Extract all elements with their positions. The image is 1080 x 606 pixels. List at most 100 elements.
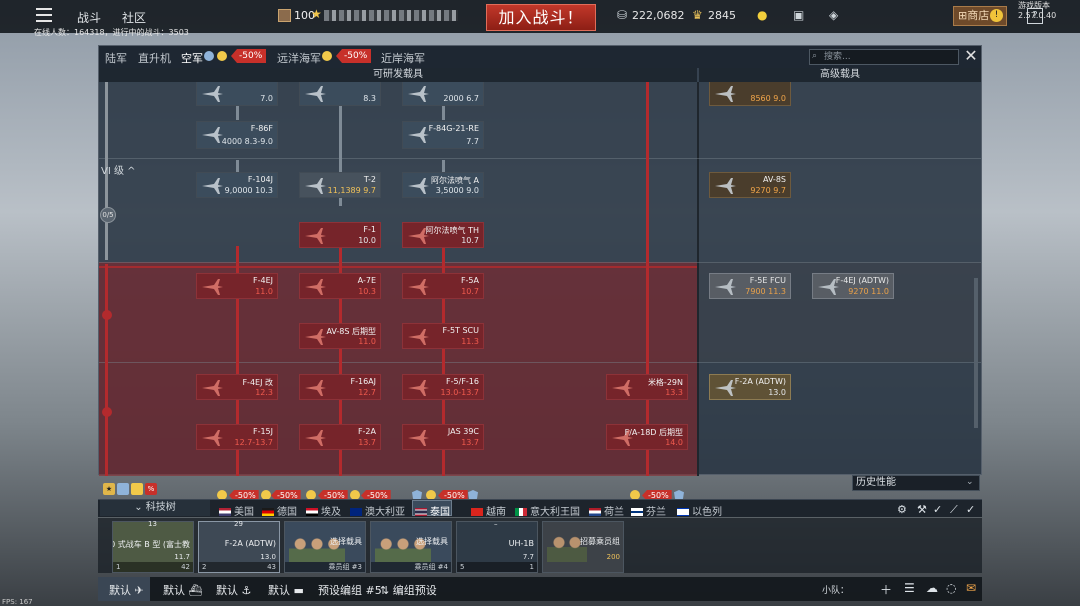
menu-icon[interactable]	[36, 8, 52, 22]
nation-thailand[interactable]: 泰国	[415, 503, 450, 518]
nation-netherlands[interactable]: 荷兰	[589, 503, 624, 518]
contacts-icon[interactable]: ☁	[926, 581, 938, 595]
rank-separator	[99, 158, 981, 159]
tank-icon: ▬	[293, 584, 304, 597]
preset-manager[interactable]: ⇅ 编组预设	[380, 582, 437, 598]
check-all-icon[interactable]: ✓	[966, 503, 975, 516]
crew-slot-3[interactable]: 选择载具 乘员组 #3	[284, 521, 366, 573]
nation-usa[interactable]: 美国	[219, 503, 254, 518]
vehicle-card-f5-f16[interactable]: F-5/F-16 13.0-13.7	[402, 374, 484, 400]
finland-flag-icon	[631, 508, 643, 516]
search-icon: ⌕	[812, 51, 818, 61]
preset-default-1[interactable]: 默认 ✈	[109, 582, 144, 598]
tab-bluewater-fleet[interactable]: 远洋海军	[277, 50, 321, 66]
gift-icon[interactable]: ▣	[793, 8, 804, 22]
vehicle-card-f5a[interactable]: F-5A 10.7	[402, 273, 484, 299]
thailand-flag-icon	[415, 508, 427, 516]
preset-default-2[interactable]: 默认 ⛴	[163, 582, 202, 598]
preset-default-4[interactable]: 默认 ▬	[268, 582, 304, 598]
avatar[interactable]	[278, 9, 291, 22]
nation-australia[interactable]: 澳大利亚	[350, 503, 405, 518]
tech-tree-button[interactable]: ⌄ 科技树	[100, 500, 210, 516]
nation-italy[interactable]: 意大利王国	[515, 503, 580, 518]
repair-icon[interactable]: ⟋	[950, 503, 958, 517]
tab-helicopters[interactable]: 直升机	[138, 50, 171, 66]
vehicle-card-f15j[interactable]: F-15J 12.7-13.7	[196, 424, 278, 450]
shield-icon	[117, 483, 129, 495]
recruit-crew-slot[interactable]: 招募乘员组 200	[542, 521, 624, 573]
crew-slot-5[interactable]: UH-1B 7.7 51	[456, 521, 538, 573]
jet-icon	[200, 176, 224, 196]
vehicle-card-alphajet-a[interactable]: 阿尔法喷气 A 3,5000 9.0	[402, 172, 484, 198]
vehicle-card-av8s-late[interactable]: AV-8S 后期型 11.0	[299, 323, 381, 349]
jet-icon	[200, 125, 224, 145]
research-panel: 陆军 直升机 空军 -50% 远洋海军 -50% 近岸海军 搜索... ⌕ ✕ …	[98, 45, 982, 476]
player-name-obscured[interactable]	[324, 10, 458, 21]
squad-label: 小队：	[822, 586, 850, 596]
history-performance-select[interactable]: 历史性能	[852, 475, 980, 491]
vehicle-card-f4ej-kai[interactable]: F-4EJ 改 12.3	[196, 374, 278, 400]
rank-marker	[102, 310, 112, 320]
preset-default-3[interactable]: 默认 ⚓	[216, 582, 251, 598]
check-icon[interactable]: ✓	[933, 503, 942, 516]
tab-aviation[interactable]: 空军	[181, 50, 203, 66]
tab-coastal-fleet[interactable]: 近岸海军	[381, 50, 425, 66]
vehicle-card-f2a[interactable]: F-2A 13.7	[299, 424, 381, 450]
australia-flag-icon	[350, 508, 362, 516]
vehicle-card-f2a-adtw[interactable]: F-2A (ADTW) 13.0	[709, 374, 791, 400]
vehicle-card-f4ej[interactable]: F-4EJ 11.0	[196, 273, 278, 299]
add-squad-icon[interactable]: ＋	[880, 581, 892, 598]
vehicle-card[interactable]: 8560 9.0	[709, 82, 791, 106]
scrollbar[interactable]	[974, 278, 978, 428]
gear-icon[interactable]: ⚙	[897, 503, 907, 516]
vehicle-card-mig29n[interactable]: 米格-29N 13.3	[606, 374, 688, 400]
vehicle-card-jas39c[interactable]: JAS 39C 13.7	[402, 424, 484, 450]
vehicle-card-fa18d-late[interactable]: F/A-18D 后期型 14.0	[606, 424, 688, 450]
vehicle-card-av8s[interactable]: AV-8S 9270 9.7	[709, 172, 791, 198]
vehicle-card[interactable]: 7.0	[196, 82, 278, 106]
jet-icon	[200, 428, 224, 448]
tab-ground[interactable]: 陆军	[105, 50, 127, 66]
medal-icon: ★	[103, 483, 115, 495]
timer-icon	[322, 51, 332, 61]
list-icon[interactable]: ☰	[904, 581, 915, 595]
vehicle-card-f5t-scu[interactable]: F-5T SCU 11.3	[402, 323, 484, 349]
crew-slot-4[interactable]: 选择载具 乘员组 #4	[370, 521, 452, 573]
nation-egypt[interactable]: 埃及	[306, 503, 341, 518]
nation-finland[interactable]: 芬兰	[631, 503, 666, 518]
crew-slot-2[interactable]: F-2A (ADTW) 13.0 2 43	[198, 521, 280, 573]
nation-germany[interactable]: 德国	[262, 503, 297, 518]
nation-vietnam[interactable]: 越南	[471, 503, 506, 518]
rank-rail-locked	[105, 264, 108, 476]
vehicle-card-a7e[interactable]: A-7E 10.3	[299, 273, 381, 299]
version-label: 游戏版本 2.57.0.40	[1018, 1, 1057, 20]
bulb-icon[interactable]: ●	[757, 8, 767, 22]
ticket-icon[interactable]: ◈	[829, 8, 838, 22]
connector	[646, 82, 649, 476]
wrench-icon[interactable]: ⚒	[917, 503, 927, 516]
nation-israel[interactable]: 以色列	[677, 503, 722, 518]
vehicle-card-alphajet-th[interactable]: 阿尔法喷气 TH 10.7	[402, 222, 484, 248]
battles-tab[interactable]: 战斗	[77, 9, 101, 26]
vehicle-card-f4ej-adtw[interactable]: F-4EJ (ADTW) 9270 11.0	[812, 273, 894, 299]
crew-slot-1[interactable]: 90 式战车 B 型 (富士教 11.7 1 42	[112, 521, 194, 573]
vehicle-card-f1[interactable]: F-1 10.0	[299, 222, 381, 248]
vietnam-flag-icon	[471, 508, 483, 516]
vehicle-card[interactable]: 8.3	[299, 82, 381, 106]
egypt-flag-icon	[306, 508, 318, 516]
vehicle-card-f104j[interactable]: F-104J 9,0000 10.3	[196, 172, 278, 198]
vehicle-card-f16aj[interactable]: F-16AJ 12.7	[299, 374, 381, 400]
vehicle-card-f84g[interactable]: F-84G-21-RE 7.7	[402, 121, 484, 149]
slot-counter: –	[494, 520, 498, 528]
vehicle-card-t2[interactable]: T-2 11,1389 9.7	[299, 172, 381, 198]
search-input[interactable]: 搜索...	[809, 49, 959, 65]
chat-icon[interactable]: ◌	[946, 581, 956, 595]
close-button[interactable]: ✕	[963, 47, 979, 65]
mail-icon[interactable]: ✉	[966, 581, 976, 595]
vehicle-card-f86f[interactable]: F-86F 4000 8.3-9.0	[196, 121, 278, 149]
vehicle-card[interactable]: 2000 6.7	[402, 82, 484, 106]
join-battle-button[interactable]: 加入战斗！	[486, 4, 596, 31]
vehicle-card-f5e-fcu[interactable]: F-5E FCU 7900 11.3	[709, 273, 791, 299]
preset-5[interactable]: 预设编组 #5	[318, 582, 382, 598]
community-tab[interactable]: 社区	[122, 9, 146, 26]
